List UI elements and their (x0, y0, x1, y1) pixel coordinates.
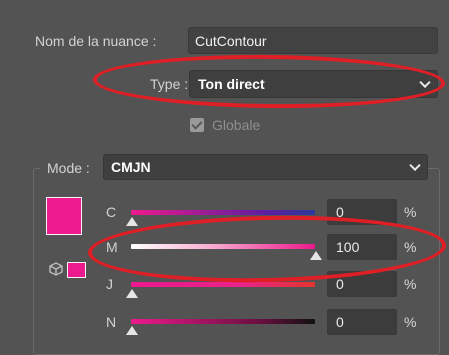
cube-icon[interactable] (49, 262, 63, 276)
channel-n-input[interactable]: 0 (327, 309, 397, 335)
mode-select[interactable]: CMJN (103, 154, 428, 180)
channel-j-letter: J (106, 276, 113, 292)
channel-j-unit: % (404, 276, 417, 292)
channel-c-slider[interactable] (131, 210, 315, 215)
channel-n-unit: % (404, 314, 417, 330)
channel-n-letter: N (106, 314, 117, 330)
color-preview-swatch[interactable] (46, 197, 82, 235)
annotation-ellipse-type (92, 53, 446, 110)
channel-c-letter: C (106, 204, 117, 220)
chevron-down-icon (409, 159, 421, 172)
mode-select-value: CMJN (111, 159, 151, 175)
channel-c-thumb[interactable] (126, 217, 138, 226)
swatch-name-label: Nom de la nuance : (35, 33, 157, 49)
global-checkbox-label: Globale (212, 117, 261, 133)
mode-label: Mode : (47, 160, 90, 176)
channel-n-thumb[interactable] (126, 326, 138, 335)
swatch-name-input[interactable]: CutContour (188, 27, 438, 54)
gamut-swatch[interactable] (67, 262, 86, 278)
channel-j-slider[interactable] (131, 282, 315, 287)
channel-n-slider[interactable] (131, 319, 315, 324)
channel-c-unit: % (404, 204, 417, 220)
channel-j-thumb[interactable] (126, 289, 138, 298)
checkbox-icon[interactable] (190, 118, 204, 132)
